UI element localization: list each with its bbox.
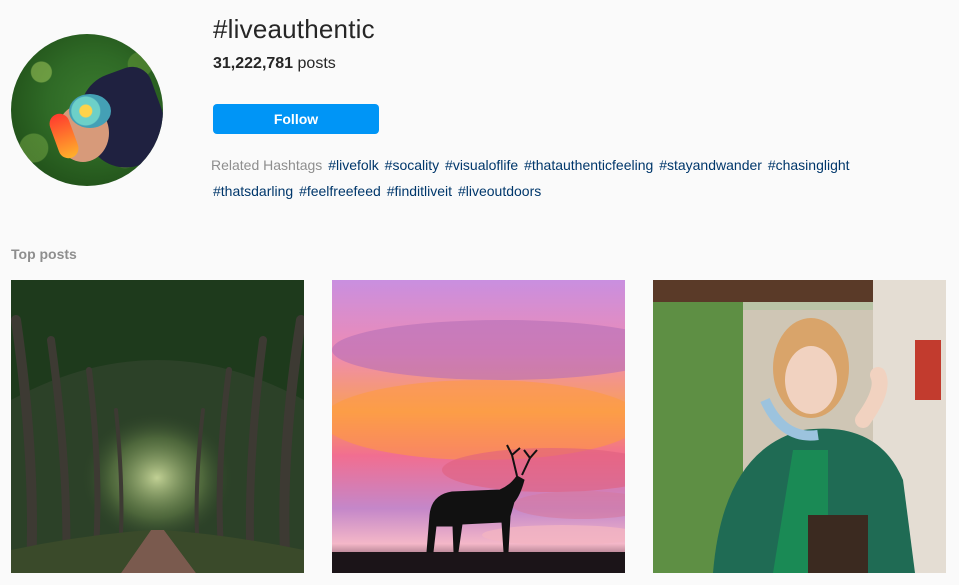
related-hashtags: Related Hashtags #livefolk #socality #vi… — [211, 152, 911, 204]
related-hashtag-link[interactable]: #socality — [385, 157, 439, 173]
related-hashtag-link[interactable]: #visualoflife — [445, 157, 518, 173]
related-hashtag-link[interactable]: #stayandwander — [659, 157, 762, 173]
hashtag-title: #liveauthentic — [213, 14, 375, 44]
top-post-forest[interactable] — [11, 280, 304, 573]
related-hashtag-link[interactable]: #chasinglight — [768, 157, 850, 173]
hashtag-avatar — [11, 34, 163, 186]
related-hashtag-link[interactable]: #thatsdarling — [213, 183, 293, 199]
portrait-image — [653, 280, 946, 573]
post-count: 31,222,781 posts — [213, 55, 336, 73]
related-hashtag-link[interactable]: #feelfreefeed — [299, 183, 381, 199]
top-posts-heading: Top posts — [11, 246, 77, 262]
related-hashtag-link[interactable]: #livefolk — [328, 157, 379, 173]
top-post-portrait[interactable] — [653, 280, 946, 573]
top-post-sunset-reindeer[interactable] — [332, 280, 625, 573]
forest-image — [11, 280, 304, 573]
follow-button[interactable]: Follow — [213, 104, 379, 134]
avatar-mask — [69, 94, 111, 128]
related-hashtags-label: Related Hashtags — [211, 157, 323, 173]
related-hashtag-link[interactable]: #liveoutdoors — [458, 183, 541, 199]
related-hashtag-link[interactable]: #thatauthenticfeeling — [524, 157, 653, 173]
related-hashtag-link[interactable]: #finditliveit — [387, 183, 452, 199]
post-count-number: 31,222,781 — [213, 55, 294, 72]
sunset-image — [332, 320, 625, 573]
post-count-label: posts — [297, 55, 336, 72]
